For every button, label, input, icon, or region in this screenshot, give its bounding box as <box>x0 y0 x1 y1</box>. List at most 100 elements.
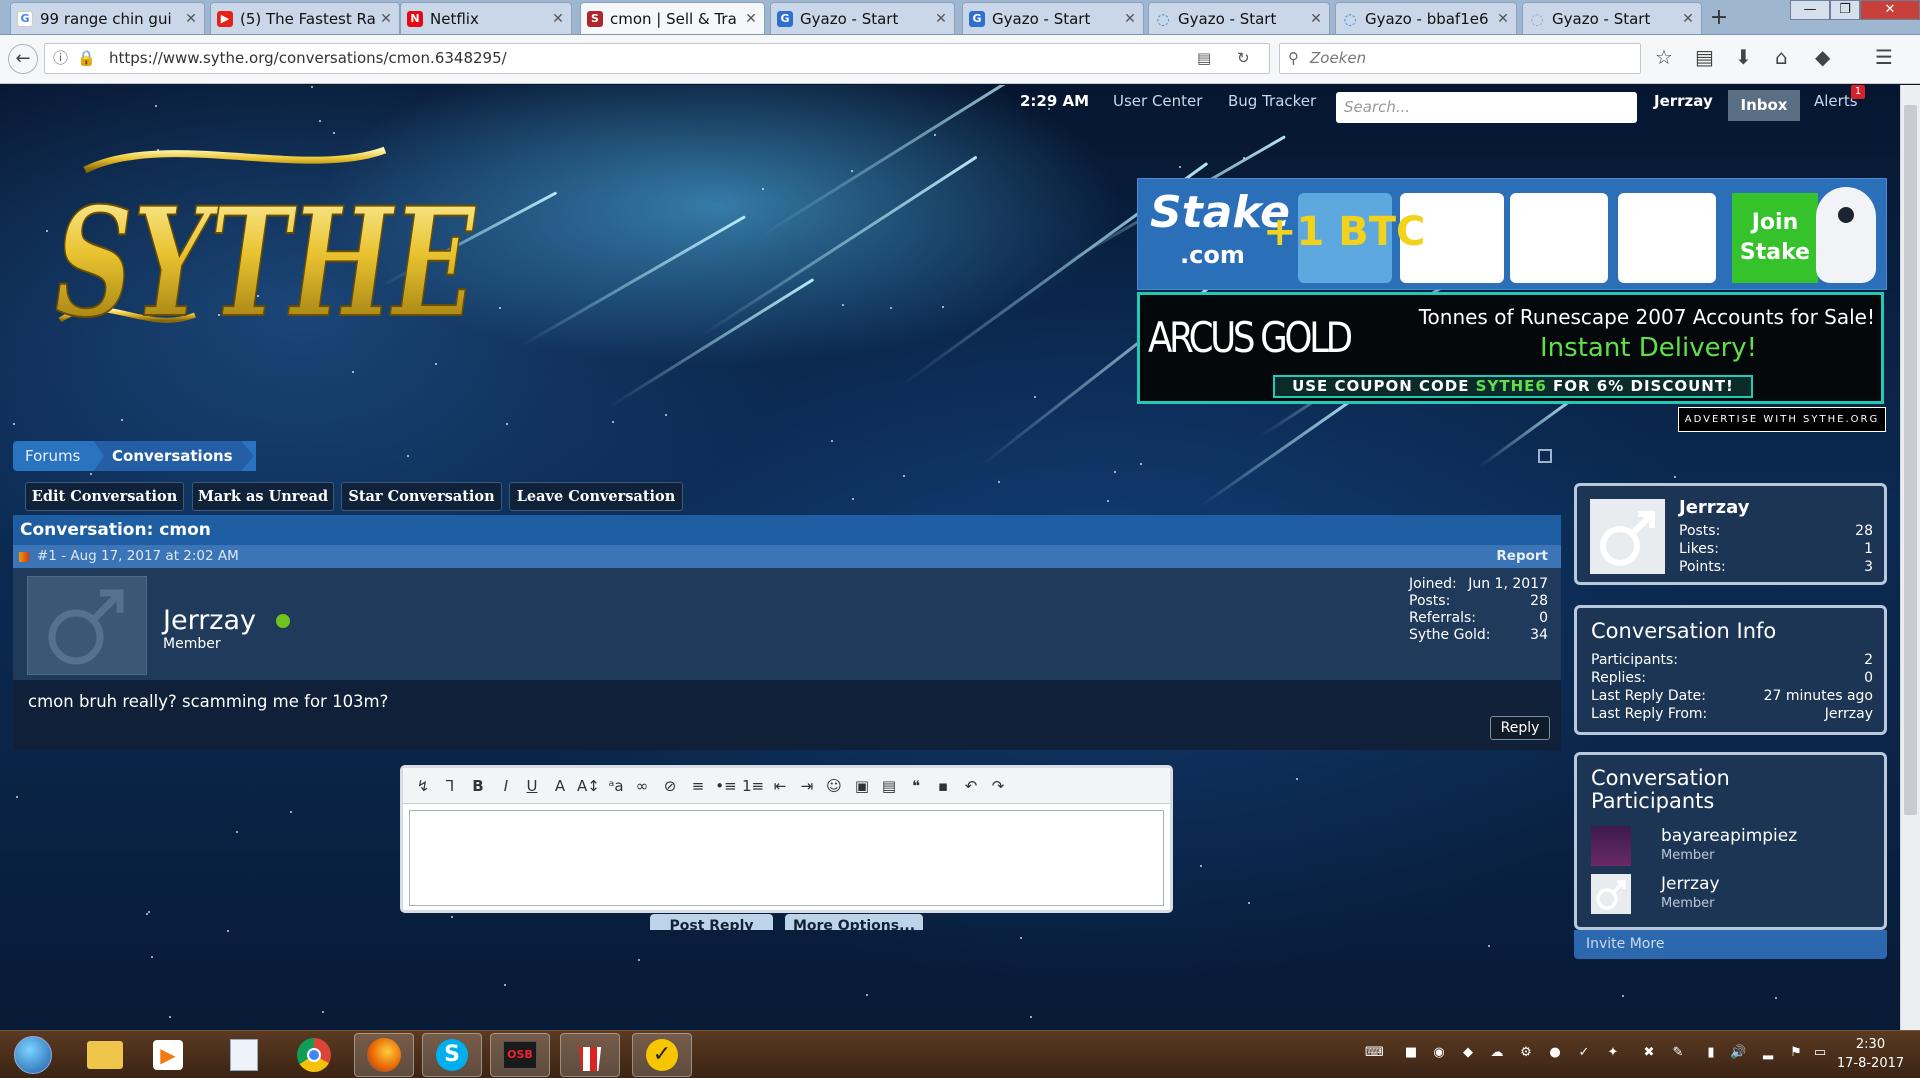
window-close-button[interactable]: ✕ <box>1860 0 1920 20</box>
mark-as-unread-button[interactable]: Mark as Unread <box>192 482 334 511</box>
tab-close-icon[interactable]: ✕ <box>744 11 758 27</box>
downloads-icon[interactable]: ⬇ <box>1735 45 1752 69</box>
browser-tab[interactable]: ◌ Gyazo - bbaf1e6 ✕ <box>1335 2 1517 34</box>
tab-close-icon[interactable]: ✕ <box>184 11 198 27</box>
participant-item[interactable]: Jerrzay Member <box>1591 874 1881 914</box>
advertise-link[interactable]: ADVERTISE WITH SYTHE.ORG <box>1678 407 1886 432</box>
clear-icon[interactable]: Ꞁ <box>439 776 461 796</box>
media-player-icon[interactable]: ▶ <box>138 1033 198 1077</box>
font-family-icon[interactable]: ᵃa <box>605 776 627 796</box>
number-list-icon[interactable]: 1≡ <box>742 776 764 796</box>
breadcrumb-forums[interactable]: Forums <box>13 441 93 471</box>
more-options-button[interactable]: More Options... <box>785 914 923 930</box>
underline-icon[interactable]: U <box>521 776 543 796</box>
save-icon[interactable]: ▪ <box>932 776 954 796</box>
tray-alert-icon[interactable]: ✖ <box>1641 1045 1657 1061</box>
tab-close-icon[interactable]: ✕ <box>1496 11 1510 27</box>
bold-icon[interactable]: B <box>467 776 489 796</box>
edit-conversation-button[interactable]: Edit Conversation <box>25 482 184 511</box>
font-size-icon[interactable]: A↕ <box>577 776 600 796</box>
explorer-icon[interactable] <box>75 1033 135 1077</box>
leave-conversation-button[interactable]: Leave Conversation <box>509 482 683 511</box>
menu-icon[interactable]: ☰ <box>1875 45 1893 69</box>
info-icon[interactable]: ⓘ <box>53 44 68 73</box>
image-icon[interactable]: ▣ <box>851 776 873 796</box>
skype-icon[interactable]: S <box>422 1033 482 1077</box>
browser-tab[interactable]: ◌ Gyazo - Start ✕ <box>1148 2 1330 34</box>
account-username[interactable]: Jerrzay <box>1654 85 1713 117</box>
tab-close-icon[interactable]: ✕ <box>1123 11 1137 27</box>
avatar[interactable] <box>1591 874 1631 914</box>
stake-ad-banner[interactable]: Stake .com +1 BTC Join Stake <box>1137 178 1887 290</box>
participant-name[interactable]: bayareapimpiez <box>1661 826 1797 846</box>
tray-settings-icon[interactable]: ⚙ <box>1518 1045 1534 1061</box>
address-bar[interactable]: ⓘ 🔒 https://www.sythe.org/conversations/… <box>44 43 1270 74</box>
user-center-link[interactable]: User Center <box>1113 85 1202 117</box>
chrome-icon[interactable] <box>284 1033 344 1077</box>
popout-icon[interactable] <box>1538 449 1552 463</box>
reload-icon[interactable]: ↻ <box>1237 44 1250 73</box>
scrollbar-thumb[interactable] <box>1904 105 1917 815</box>
tab-close-icon[interactable]: ✕ <box>934 11 948 27</box>
osbuddy-icon[interactable]: OSB <box>490 1033 550 1077</box>
unlink-icon[interactable]: ⊘ <box>659 776 681 796</box>
link-icon[interactable]: ∞ <box>631 776 653 796</box>
tray-display-icon[interactable]: ▭ <box>1812 1045 1828 1061</box>
tray-battery-icon[interactable]: ▮ <box>1703 1045 1719 1061</box>
browser-tab[interactable]: G Gyazo - Start ✕ <box>770 2 955 34</box>
back-button[interactable]: ← <box>8 44 38 74</box>
report-link[interactable]: Report <box>1496 545 1548 568</box>
tray-app-icon[interactable]: ■ <box>1403 1045 1419 1061</box>
start-button[interactable] <box>3 1033 63 1077</box>
arcus-gold-ad-banner[interactable]: ARCUS GOLD Tonnes of Runescape 2007 Acco… <box>1137 292 1884 404</box>
norton-icon[interactable]: ✓ <box>632 1033 692 1077</box>
message-meta[interactable]: #1 - Aug 17, 2017 at 2:02 AM <box>37 545 239 568</box>
pocket-icon[interactable]: ◆ <box>1815 45 1830 69</box>
bullet-list-icon[interactable]: •≡ <box>715 776 737 796</box>
info-value[interactable]: Jerrzay <box>1825 706 1873 722</box>
quote-icon[interactable]: ❝ <box>905 776 927 796</box>
align-icon[interactable]: ≡ <box>687 776 709 796</box>
participant-name[interactable]: Jerrzay <box>1661 874 1720 894</box>
minimize-button[interactable]: — <box>1790 0 1830 20</box>
tray-flag-icon[interactable]: ⚑ <box>1788 1045 1804 1061</box>
inbox-button[interactable]: Inbox <box>1728 90 1800 121</box>
browser-search-input[interactable]: ⚲ Zoeken <box>1279 43 1641 74</box>
media-icon[interactable]: ▤ <box>878 776 900 796</box>
tray-network-icon[interactable]: ▂ <box>1760 1045 1776 1061</box>
browser-tab[interactable]: ◌ Gyazo - Start ✕ <box>1522 2 1702 34</box>
bookmark-star-icon[interactable]: ☆ <box>1655 45 1673 69</box>
bug-tracker-link[interactable]: Bug Tracker <box>1228 85 1316 117</box>
tab-close-icon[interactable]: ✕ <box>551 11 565 27</box>
browser-tab[interactable]: N Netflix ✕ <box>400 2 572 34</box>
browser-tab[interactable]: G 99 range chin gui ✕ <box>10 2 205 34</box>
tab-close-icon[interactable]: ✕ <box>379 11 393 27</box>
avatar[interactable] <box>1590 499 1665 574</box>
tab-close-icon[interactable]: ✕ <box>1309 11 1323 27</box>
browser-tab[interactable]: G Gyazo - Start ✕ <box>962 2 1144 34</box>
visitor-name[interactable]: Jerrzay <box>1679 497 1749 518</box>
italic-icon[interactable]: I <box>495 776 517 796</box>
smiley-icon[interactable]: ☺ <box>823 776 845 796</box>
browser-tab[interactable]: ▶ (5) The Fastest Ra ✕ <box>210 2 400 34</box>
star-conversation-button[interactable]: Star Conversation <box>341 482 502 511</box>
home-icon[interactable]: ⌂ <box>1775 45 1788 69</box>
tray-antivirus-icon[interactable]: ✦ <box>1605 1045 1621 1061</box>
tray-dropbox-icon[interactable]: ◆ <box>1460 1045 1476 1061</box>
page-scrollbar[interactable] <box>1900 85 1920 1030</box>
notepad-icon[interactable] <box>214 1033 274 1077</box>
avatar[interactable] <box>1591 826 1631 866</box>
tray-volume-icon[interactable]: 🔊 <box>1730 1045 1746 1061</box>
tray-cloud-icon[interactable]: ☁ <box>1489 1045 1505 1061</box>
reply-textarea[interactable] <box>409 810 1164 906</box>
join-stake-button[interactable]: Join Stake <box>1732 193 1818 283</box>
message-author-name[interactable]: Jerrzay <box>163 605 256 636</box>
redo-icon[interactable]: ↷ <box>987 776 1009 796</box>
tray-pen-icon[interactable]: ✎ <box>1670 1045 1686 1061</box>
participant-item[interactable]: bayareapimpiez Member <box>1591 826 1881 866</box>
outdent-icon[interactable]: ⇤ <box>769 776 791 796</box>
restore-button[interactable]: ❐ <box>1830 0 1860 20</box>
avatar[interactable] <box>27 576 147 675</box>
site-search-input[interactable]: Search... <box>1336 92 1637 123</box>
tray-norton-icon[interactable]: ✓ <box>1576 1045 1592 1061</box>
